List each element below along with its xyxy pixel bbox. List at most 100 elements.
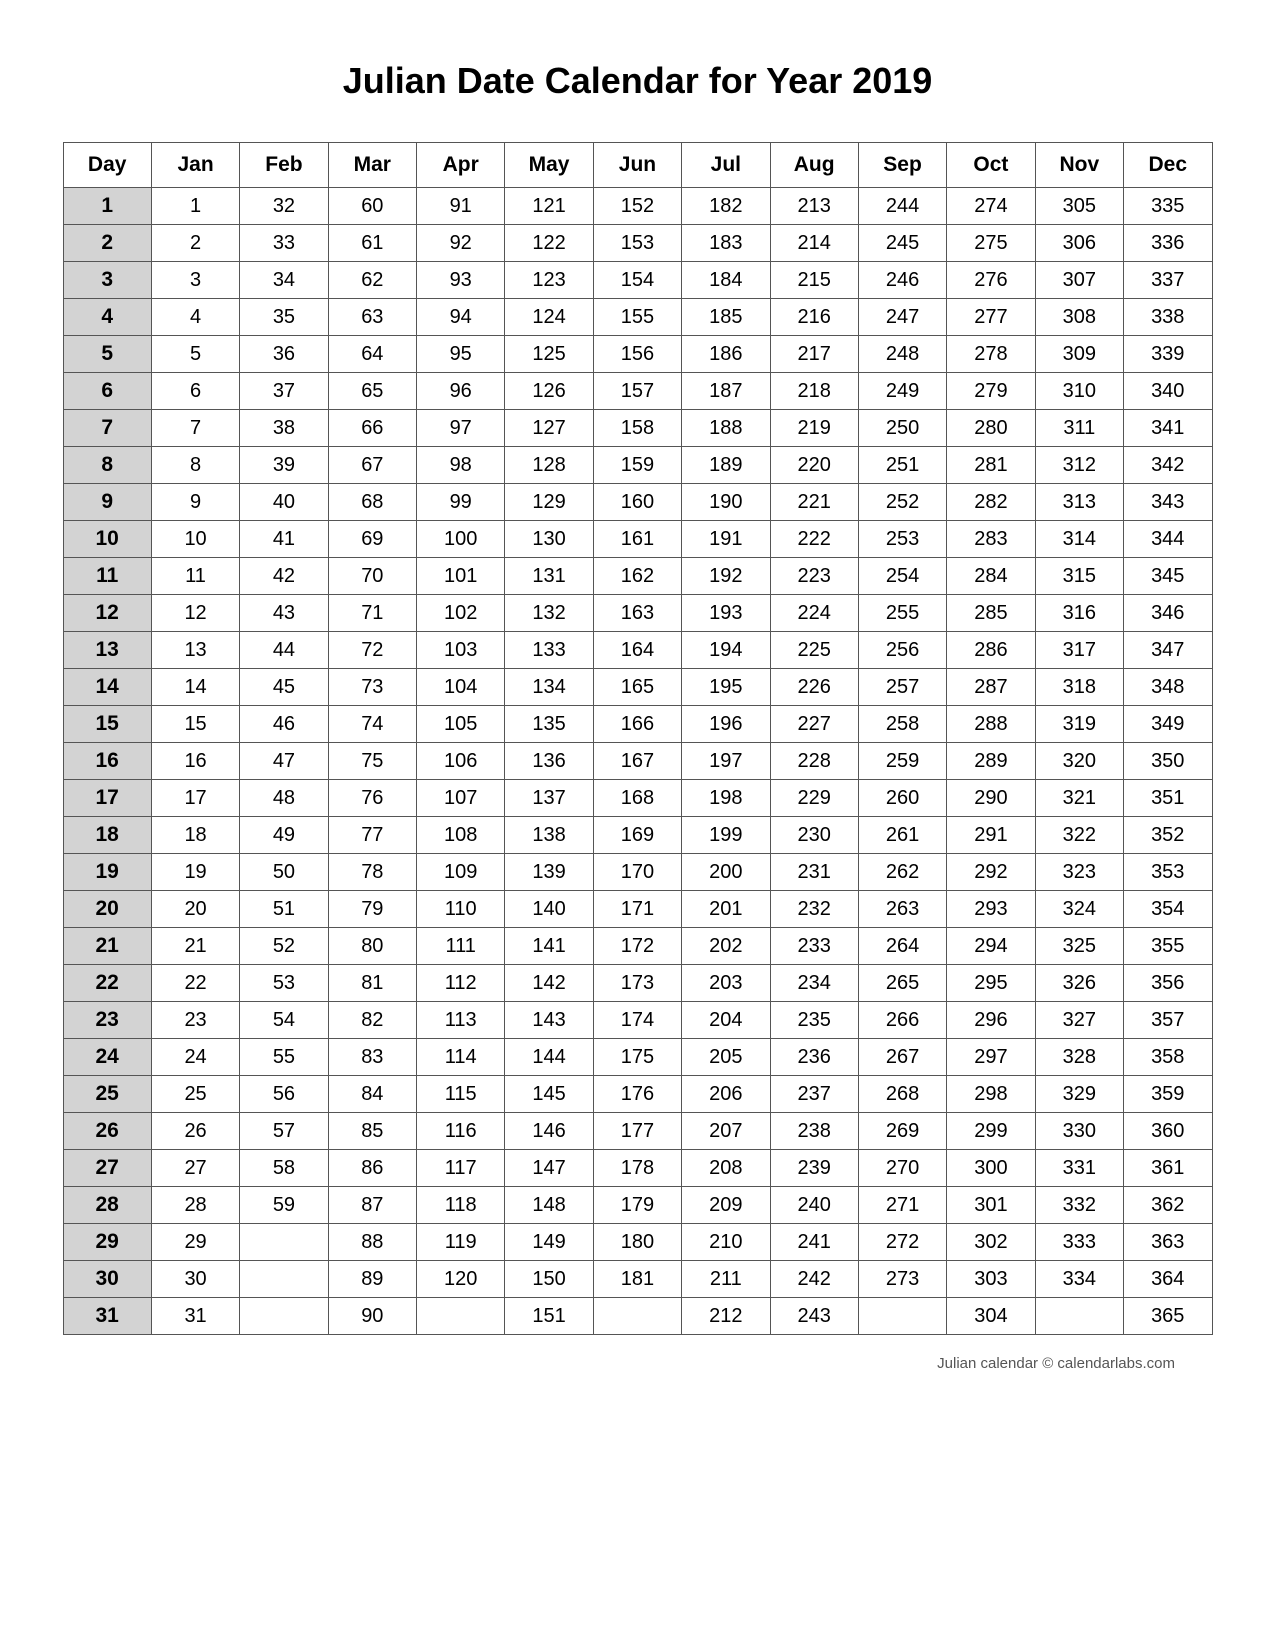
cell-aug: 243 [770, 1298, 858, 1335]
cell-dec: 350 [1124, 743, 1213, 780]
cell-may: 123 [505, 262, 593, 299]
cell-may: 137 [505, 780, 593, 817]
cell-feb: 59 [240, 1187, 328, 1224]
column-header-apr: Apr [417, 143, 505, 188]
cell-sep: 249 [858, 373, 946, 410]
cell-sep: 253 [858, 521, 946, 558]
cell-dec: 365 [1124, 1298, 1213, 1335]
cell-jul: 196 [682, 706, 770, 743]
cell-jun: 161 [593, 521, 681, 558]
cell-day: 7 [63, 410, 151, 447]
cell-jun: 152 [593, 188, 681, 225]
cell-aug: 216 [770, 299, 858, 336]
table-row: 10104169100130161191222253283314344 [63, 521, 1212, 558]
column-header-aug: Aug [770, 143, 858, 188]
cell-feb: 49 [240, 817, 328, 854]
cell-dec: 340 [1124, 373, 1213, 410]
cell-nov: 331 [1035, 1150, 1123, 1187]
table-row: 20205179110140171201232263293324354 [63, 891, 1212, 928]
page-title: Julian Date Calendar for Year 2019 [343, 60, 933, 102]
julian-calendar-table: DayJanFebMarAprMayJunJulAugSepOctNovDec … [63, 142, 1213, 1335]
cell-jan: 23 [151, 1002, 239, 1039]
cell-apr: 96 [417, 373, 505, 410]
cell-day: 8 [63, 447, 151, 484]
cell-oct: 294 [947, 928, 1035, 965]
cell-jul: 190 [682, 484, 770, 521]
cell-aug: 227 [770, 706, 858, 743]
cell-day: 21 [63, 928, 151, 965]
cell-aug: 223 [770, 558, 858, 595]
cell-oct: 277 [947, 299, 1035, 336]
cell-aug: 213 [770, 188, 858, 225]
cell-day: 26 [63, 1113, 151, 1150]
column-header-jan: Jan [151, 143, 239, 188]
column-header-dec: Dec [1124, 143, 1213, 188]
cell-may: 143 [505, 1002, 593, 1039]
cell-dec: 356 [1124, 965, 1213, 1002]
cell-jun: 165 [593, 669, 681, 706]
cell-dec: 351 [1124, 780, 1213, 817]
cell-feb: 43 [240, 595, 328, 632]
cell-day: 2 [63, 225, 151, 262]
cell-mar: 60 [328, 188, 416, 225]
cell-jun: 162 [593, 558, 681, 595]
cell-apr: 97 [417, 410, 505, 447]
cell-may: 132 [505, 595, 593, 632]
cell-apr: 100 [417, 521, 505, 558]
cell-day: 19 [63, 854, 151, 891]
cell-may: 127 [505, 410, 593, 447]
cell-jul: 191 [682, 521, 770, 558]
cell-mar: 69 [328, 521, 416, 558]
cell-aug: 234 [770, 965, 858, 1002]
cell-may: 141 [505, 928, 593, 965]
cell-feb: 57 [240, 1113, 328, 1150]
cell-aug: 229 [770, 780, 858, 817]
column-header-feb: Feb [240, 143, 328, 188]
cell-jun: 173 [593, 965, 681, 1002]
table-row: 44356394124155185216247277308338 [63, 299, 1212, 336]
cell-aug: 222 [770, 521, 858, 558]
cell-sep: 248 [858, 336, 946, 373]
cell-aug: 233 [770, 928, 858, 965]
cell-mar: 79 [328, 891, 416, 928]
cell-jun: 167 [593, 743, 681, 780]
cell-day: 4 [63, 299, 151, 336]
cell-dec: 364 [1124, 1261, 1213, 1298]
cell-mar: 77 [328, 817, 416, 854]
cell-sep: 259 [858, 743, 946, 780]
cell-oct: 288 [947, 706, 1035, 743]
cell-jun: 168 [593, 780, 681, 817]
cell-day: 13 [63, 632, 151, 669]
cell-may: 130 [505, 521, 593, 558]
cell-mar: 88 [328, 1224, 416, 1261]
cell-jun: 172 [593, 928, 681, 965]
cell-feb: 46 [240, 706, 328, 743]
cell-feb: 48 [240, 780, 328, 817]
cell-dec: 343 [1124, 484, 1213, 521]
cell-aug: 221 [770, 484, 858, 521]
table-row: 24245583114144175205236267297328358 [63, 1039, 1212, 1076]
column-header-mar: Mar [328, 143, 416, 188]
cell-feb: 39 [240, 447, 328, 484]
cell-may: 147 [505, 1150, 593, 1187]
cell-may: 126 [505, 373, 593, 410]
cell-mar: 76 [328, 780, 416, 817]
cell-jan: 24 [151, 1039, 239, 1076]
cell-feb: 35 [240, 299, 328, 336]
cell-jun: 156 [593, 336, 681, 373]
cell-day: 17 [63, 780, 151, 817]
cell-dec: 339 [1124, 336, 1213, 373]
cell-dec: 360 [1124, 1113, 1213, 1150]
table-row: 27275886117147178208239270300331361 [63, 1150, 1212, 1187]
cell-dec: 359 [1124, 1076, 1213, 1113]
cell-sep: 272 [858, 1224, 946, 1261]
cell-dec: 362 [1124, 1187, 1213, 1224]
cell-apr [417, 1298, 505, 1335]
cell-jun: 177 [593, 1113, 681, 1150]
cell-sep: 271 [858, 1187, 946, 1224]
cell-apr: 114 [417, 1039, 505, 1076]
cell-jun: 159 [593, 447, 681, 484]
cell-nov: 306 [1035, 225, 1123, 262]
cell-nov: 312 [1035, 447, 1123, 484]
cell-oct: 284 [947, 558, 1035, 595]
